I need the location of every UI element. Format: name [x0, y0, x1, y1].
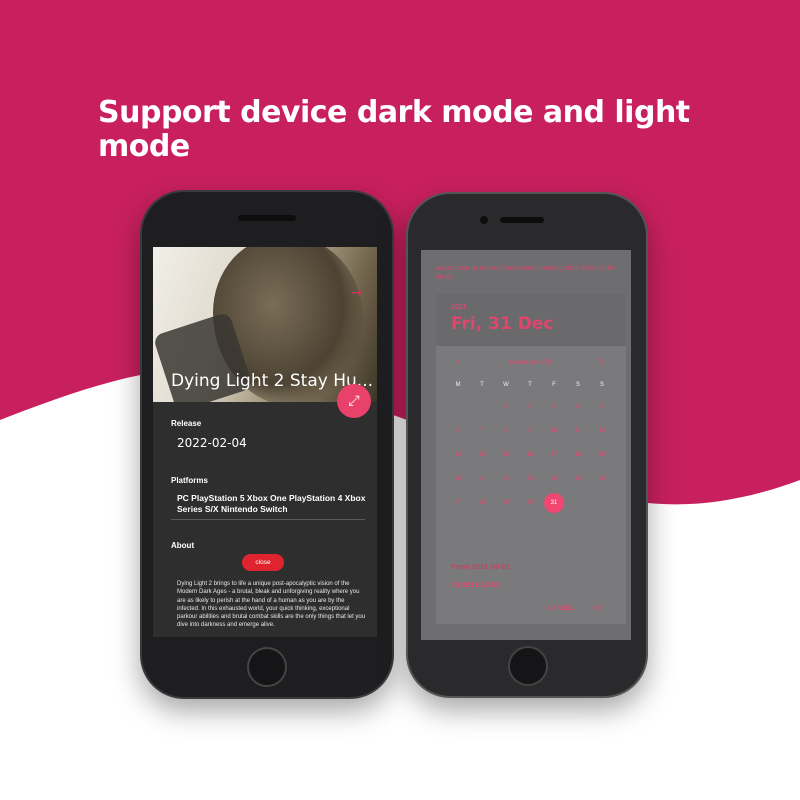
calendar-day[interactable]: 5	[592, 397, 612, 417]
calendar-day[interactable]: 20	[448, 469, 468, 489]
weekday-label: W	[503, 382, 509, 388]
calendar-day[interactable]: 14	[472, 445, 492, 465]
hero-image: → Dying Light 2 Stay Hu...	[153, 247, 377, 402]
collapse-arrows-icon[interactable]: ⤢	[337, 384, 371, 418]
left-phone-dark-mode: → Dying Light 2 Stay Hu... ⤢ Release 202…	[140, 190, 394, 699]
calendar-day[interactable]: 22	[496, 469, 516, 489]
game-detail-screen: → Dying Light 2 Stay Hu... ⤢ Release 202…	[153, 247, 377, 637]
front-camera	[480, 216, 488, 224]
calendar-day[interactable]: 4	[568, 397, 588, 417]
ok-button[interactable]: OK	[594, 606, 603, 612]
platforms-label: Platforms	[171, 476, 208, 485]
weekday-label: M	[455, 382, 461, 388]
range-from: From 2021-09-01	[451, 562, 511, 571]
calendar-day[interactable]: 15	[496, 445, 516, 465]
calendar-day[interactable]: 24	[544, 469, 564, 489]
date-picker-screen: select dates in between form start to en…	[421, 250, 631, 640]
release-label: Release	[171, 419, 202, 428]
calendar-day[interactable]: 30	[520, 493, 540, 513]
calendar-day[interactable]: 6	[448, 421, 468, 441]
home-button[interactable]	[508, 646, 548, 686]
calendar-day[interactable]: 8	[496, 421, 516, 441]
month-label: December 2021	[509, 360, 553, 366]
range-to: To 2021-12-31	[451, 580, 501, 589]
calendar-day[interactable]: 3	[544, 397, 564, 417]
earpiece	[500, 217, 544, 223]
calendar-day[interactable]: 9	[520, 421, 540, 441]
about-description: Dying Light 2 brings to life a unique po…	[177, 581, 366, 629]
selected-year[interactable]: 2021	[451, 304, 467, 311]
home-button[interactable]	[247, 647, 287, 687]
platforms-list: PC PlayStation 5 Xbox One PlayStation 4 …	[177, 493, 366, 514]
calendar-day[interactable]: 19	[592, 445, 612, 465]
divider	[171, 519, 365, 520]
weekday-label: S	[599, 382, 604, 388]
calendar-day[interactable]: 2	[520, 397, 540, 417]
weekday-label: F	[552, 382, 556, 388]
calendar-day[interactable]: 13	[448, 445, 468, 465]
selected-date: Fri, 31 Dec	[451, 314, 554, 334]
weekday-label: T	[528, 382, 532, 388]
calendar-day[interactable]: 10	[544, 421, 564, 441]
calendar-day[interactable]: 11	[568, 421, 588, 441]
about-label: About	[171, 541, 195, 550]
calendar-day[interactable]: 27	[448, 493, 468, 513]
cancel-button[interactable]: CANCEL	[548, 606, 573, 612]
calendar-day[interactable]: 23	[520, 469, 540, 489]
chevron-left-icon[interactable]: ‹	[456, 354, 461, 368]
calendar-day[interactable]: 28	[472, 493, 492, 513]
selected-day[interactable]: 31	[544, 493, 564, 513]
weekday-label: T	[480, 382, 484, 388]
release-date: 2022-02-04	[177, 436, 247, 450]
calendar-day[interactable]: 18	[568, 445, 588, 465]
calendar-day[interactable]: 16	[520, 445, 540, 465]
calendar-day[interactable]: 21	[472, 469, 492, 489]
headline: Support device dark mode and light mode	[98, 95, 690, 164]
calendar-day[interactable]: 12	[592, 421, 612, 441]
calendar-day[interactable]: 26	[592, 469, 612, 489]
chevron-right-icon[interactable]: ›	[599, 354, 604, 368]
helper-text: select dates in between form start to en…	[436, 265, 616, 281]
weekday-label: S	[575, 382, 580, 388]
arrow-right-icon[interactable]: →	[351, 285, 363, 301]
earpiece	[238, 215, 296, 221]
calendar-day[interactable]: 25	[568, 469, 588, 489]
date-picker-dialog: 2021 Fri, 31 Dec ‹ December 2021 › MTWTF…	[436, 294, 626, 624]
right-phone-date-picker: select dates in between form start to en…	[406, 192, 648, 698]
calendar-day[interactable]: 7	[472, 421, 492, 441]
calendar-day[interactable]: 29	[496, 493, 516, 513]
calendar-day[interactable]: 17	[544, 445, 564, 465]
close-button[interactable]: close	[242, 554, 284, 571]
calendar-day[interactable]: 1	[496, 397, 516, 417]
